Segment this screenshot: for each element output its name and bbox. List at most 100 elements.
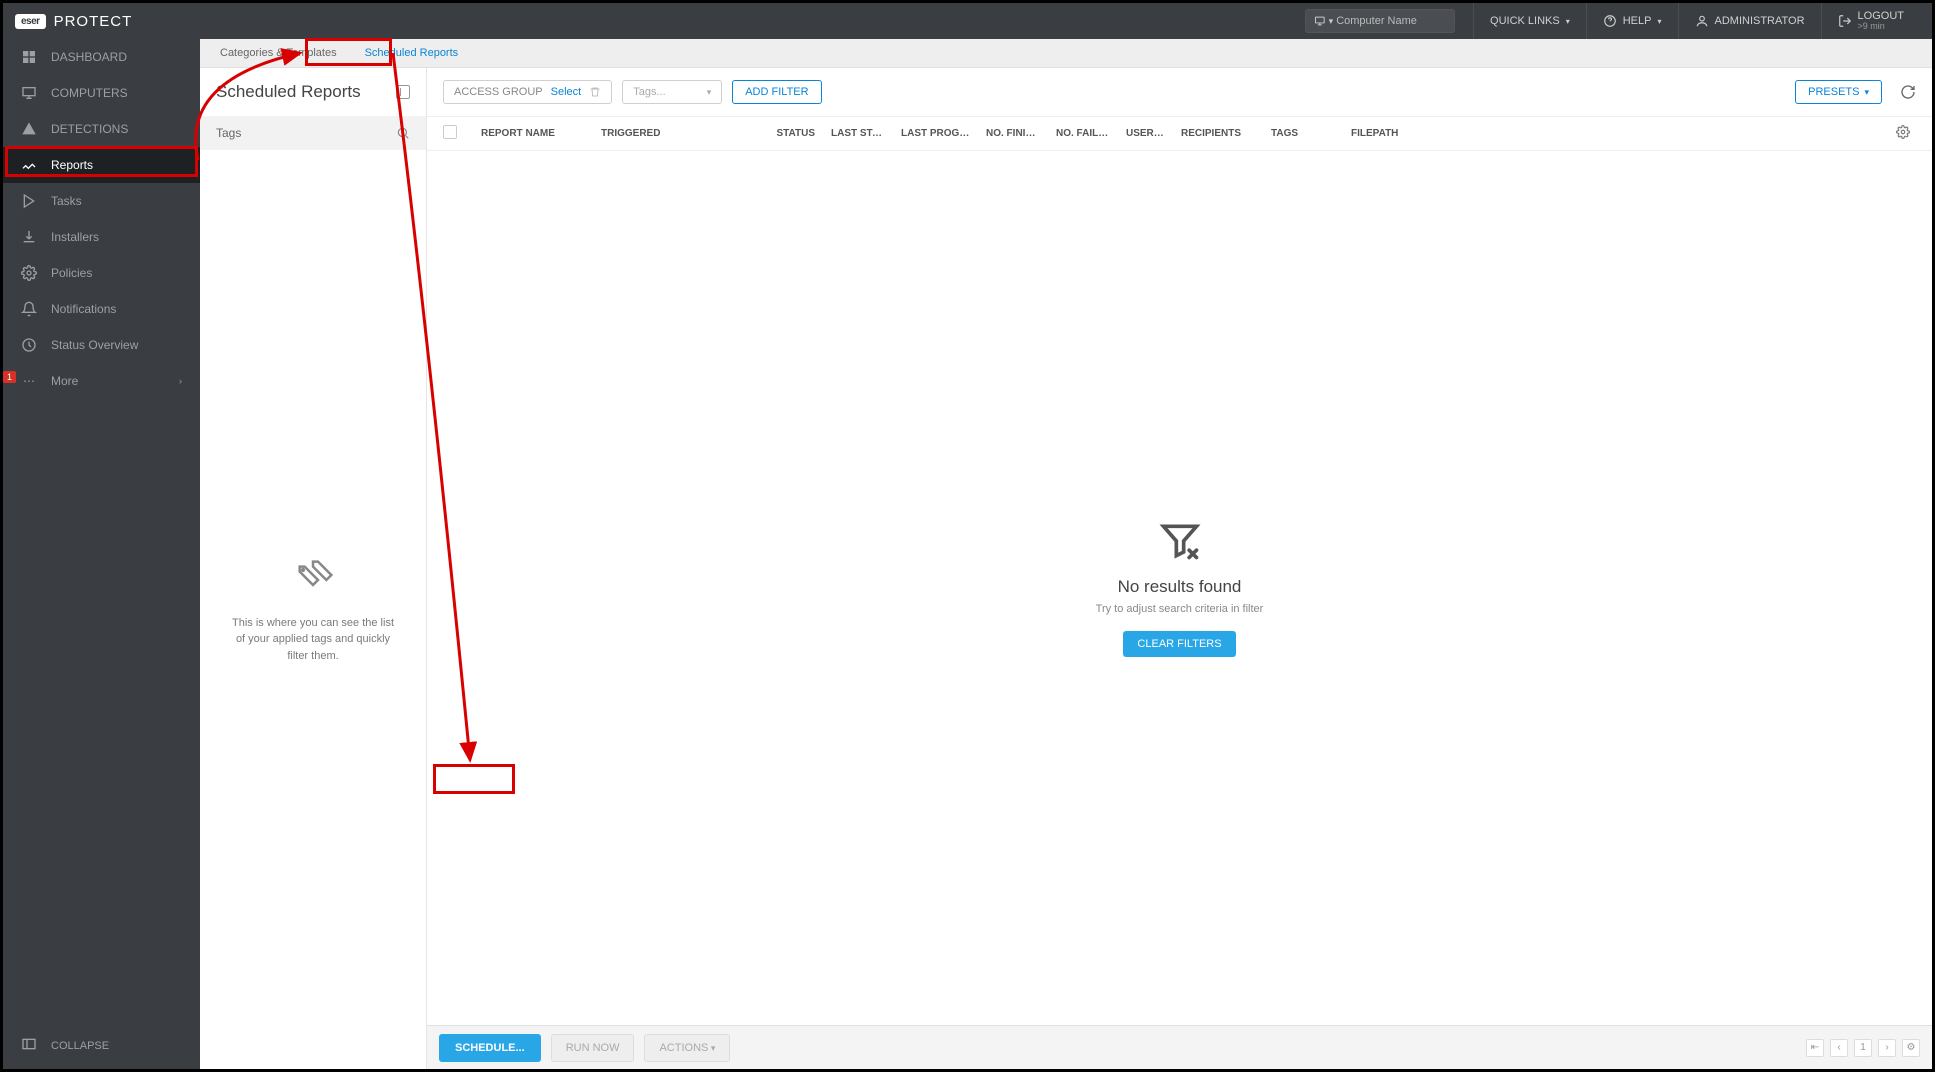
help-icon <box>1603 14 1617 28</box>
access-group-filter[interactable]: ACCESS GROUP Select <box>443 80 612 104</box>
add-filter-button[interactable]: ADD FILTER <box>732 80 821 104</box>
installers-icon <box>21 229 37 245</box>
page-title: Scheduled Reports <box>216 82 361 102</box>
tags-label: Tags <box>216 126 241 140</box>
column-last-progress[interactable]: LAST PROGRESS D <box>893 128 978 139</box>
collapse-icon <box>21 1036 37 1055</box>
sidebar-item-label: COMPUTERS <box>51 86 128 100</box>
column-last-status[interactable]: LAST STATUS <box>823 128 893 139</box>
sidebar-item-reports[interactable]: Reports <box>3 147 200 183</box>
tags-section-header: Tags <box>200 116 426 150</box>
sidebar: DASHBOARD COMPUTERS DETECTIONS Reports T… <box>3 39 200 1069</box>
sidebar-item-tasks[interactable]: Tasks <box>3 183 200 219</box>
table-header: REPORT NAME TRIGGERED STATUS LAST STATUS… <box>427 117 1932 151</box>
filter-empty-icon <box>1158 519 1202 563</box>
monitor-icon <box>1314 14 1326 28</box>
brand-logo: eser <box>15 14 46 29</box>
chevron-down-icon: ▾ <box>707 87 712 98</box>
reports-icon <box>21 157 37 173</box>
column-username[interactable]: USERNA <box>1118 128 1173 139</box>
main-panel: ACCESS GROUP Select Tags... ▾ ADD FILTER… <box>427 68 1932 1069</box>
empty-title: No results found <box>1118 577 1242 597</box>
tab-categories[interactable]: Categories & Templates <box>206 39 351 67</box>
sidebar-item-label: Notifications <box>51 302 116 316</box>
page-first-button[interactable]: ⇤ <box>1806 1039 1824 1057</box>
footer-bar: SCHEDULE... RUN NOW ACTIONS ⇤ ‹ 1 › ⚙ <box>427 1025 1932 1069</box>
search-icon[interactable] <box>396 126 410 140</box>
empty-subtitle: Try to adjust search criteria in filter <box>1096 603 1264 615</box>
collapse-sidebar-button[interactable]: COLLAPSE <box>3 1022 200 1069</box>
run-now-button[interactable]: RUN NOW <box>551 1034 635 1062</box>
sidebar-item-detections[interactable]: DETECTIONS <box>3 111 200 147</box>
brand-name: PROTECT <box>54 13 133 30</box>
sidebar-item-computers[interactable]: COMPUTERS <box>3 75 200 111</box>
sidebar-item-more[interactable]: 1 ⋯ More › <box>3 363 200 399</box>
tags-empty-state: This is where you can see the list of yo… <box>200 150 426 1069</box>
presets-button[interactable]: PRESETS ▾ <box>1795 80 1882 104</box>
sidebar-item-label: More <box>51 374 78 388</box>
refresh-icon[interactable] <box>1900 84 1916 100</box>
column-tags[interactable]: TAGS <box>1263 128 1343 139</box>
policies-icon <box>21 265 37 281</box>
detections-icon <box>21 121 37 137</box>
select-all-checkbox[interactable] <box>443 125 457 139</box>
sidebar-item-label: Tasks <box>51 194 82 208</box>
column-report-name[interactable]: REPORT NAME <box>473 128 593 139</box>
tags-icon <box>293 555 333 595</box>
admin-menu[interactable]: ADMINISTRATOR <box>1678 3 1821 39</box>
tags-filter-dropdown[interactable]: Tags... ▾ <box>622 80 722 104</box>
column-triggered[interactable]: TRIGGERED <box>593 128 733 139</box>
sidebar-item-status-overview[interactable]: Status Overview <box>3 327 200 363</box>
sidebar-item-label: Reports <box>51 158 93 172</box>
collapse-panel-button[interactable] <box>396 85 410 99</box>
sidebar-item-label: Policies <box>51 266 92 280</box>
help-menu[interactable]: HELP▾ <box>1586 3 1678 39</box>
user-icon <box>1695 14 1709 28</box>
sidebar-item-installers[interactable]: Installers <box>3 219 200 255</box>
sidebar-item-label: DASHBOARD <box>51 50 127 64</box>
trash-icon[interactable] <box>589 86 601 98</box>
page-next-button[interactable]: › <box>1878 1039 1896 1057</box>
page-settings-button[interactable]: ⚙ <box>1902 1039 1920 1057</box>
sidebar-item-policies[interactable]: Policies <box>3 255 200 291</box>
column-status[interactable]: STATUS <box>733 128 823 139</box>
computer-search-input[interactable] <box>1336 15 1446 27</box>
filter-bar: ACCESS GROUP Select Tags... ▾ ADD FILTER… <box>427 68 1932 117</box>
status-icon <box>21 337 37 353</box>
column-no-failed[interactable]: NO. FAILED <box>1048 128 1118 139</box>
tab-scheduled-reports[interactable]: Scheduled Reports <box>351 39 473 67</box>
actions-dropdown[interactable]: ACTIONS <box>644 1034 730 1062</box>
schedule-button[interactable]: SCHEDULE... <box>439 1034 541 1062</box>
chevron-down-icon: ▾ <box>1864 87 1869 98</box>
logout-button[interactable]: LOGOUT >9 min <box>1821 3 1920 39</box>
content-area: Categories & Templates Scheduled Reports… <box>200 39 1932 1069</box>
more-icon: ⋯ <box>21 373 37 389</box>
quick-links-menu[interactable]: QUICK LINKS▾ <box>1473 3 1586 39</box>
column-no-finished[interactable]: NO. FINISHED <box>978 128 1048 139</box>
logout-icon <box>1838 14 1852 28</box>
tab-bar: Categories & Templates Scheduled Reports <box>200 39 1932 68</box>
sidebar-item-notifications[interactable]: Notifications <box>3 291 200 327</box>
more-badge: 1 <box>3 371 16 383</box>
chevron-down-icon: ▾ <box>1657 17 1661 26</box>
computers-icon <box>21 85 37 101</box>
dashboard-icon <box>21 49 37 65</box>
page-number: 1 <box>1854 1039 1872 1057</box>
sidebar-item-label: Status Overview <box>51 338 138 352</box>
sidebar-item-label: Installers <box>51 230 99 244</box>
column-filepath[interactable]: FILEPATH <box>1343 128 1433 139</box>
access-group-select-link[interactable]: Select <box>551 86 582 98</box>
chevron-down-icon: ▾ <box>1566 17 1570 26</box>
pagination: ⇤ ‹ 1 › ⚙ <box>1806 1039 1920 1057</box>
notifications-icon <box>21 301 37 317</box>
tags-empty-text: This is where you can see the list of yo… <box>226 615 400 665</box>
column-settings-button[interactable] <box>1896 125 1916 142</box>
column-recipients[interactable]: RECIPIENTS <box>1173 128 1263 139</box>
computer-search[interactable]: ▾ <box>1305 9 1455 33</box>
sidebar-item-label: DETECTIONS <box>51 122 128 136</box>
tasks-icon <box>21 193 37 209</box>
page-prev-button[interactable]: ‹ <box>1830 1039 1848 1057</box>
sidebar-item-dashboard[interactable]: DASHBOARD <box>3 39 200 75</box>
chevron-right-icon: › <box>179 376 182 386</box>
clear-filters-button[interactable]: CLEAR FILTERS <box>1123 631 1235 657</box>
